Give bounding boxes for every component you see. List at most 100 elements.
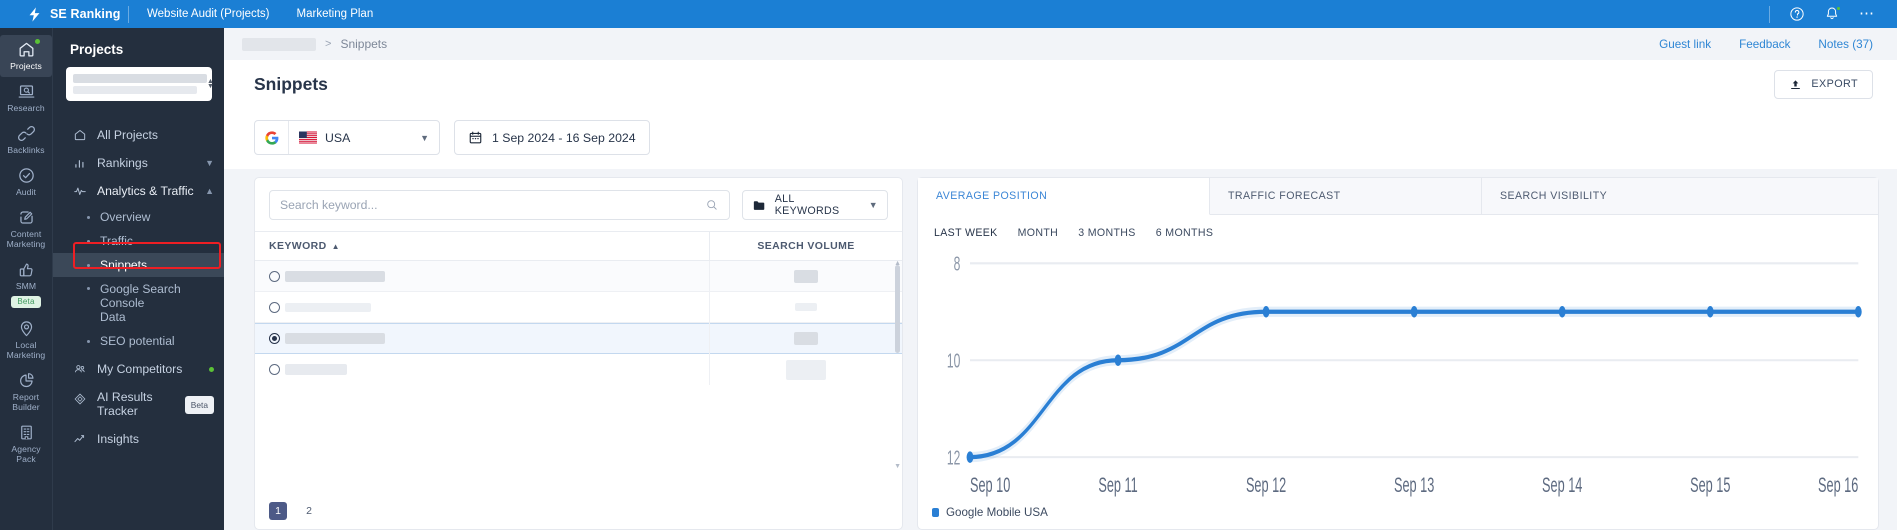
tab-average-position[interactable]: AVERAGE POSITION — [918, 178, 1210, 215]
sidebar-item-snippets[interactable]: Snippets — [53, 253, 224, 277]
rail-item-local-marketing[interactable]: Local Marketing — [0, 314, 52, 366]
sidebar-item-my-competitors[interactable]: My Competitors — [53, 353, 224, 383]
row-radio[interactable] — [269, 333, 280, 344]
ellipsis-icon[interactable]: ⋯ — [1859, 6, 1875, 21]
rail-item-agency-pack[interactable]: Agency Pack — [0, 418, 52, 470]
bell-icon[interactable] — [1824, 6, 1841, 22]
rail-item-research[interactable]: Research — [0, 77, 52, 119]
sidebar-item-seo-potential[interactable]: SEO potential — [53, 329, 224, 353]
rail-item-audit[interactable]: Audit — [0, 161, 52, 203]
sidebar-label-all-projects: All Projects — [97, 128, 158, 142]
chart-panel: AVERAGE POSITION TRAFFIC FORECAST SEARCH… — [917, 177, 1879, 530]
top-nav-website-audit[interactable]: Website Audit (Projects) — [147, 8, 270, 20]
sidebar-item-insights[interactable]: Insights — [53, 425, 224, 453]
body-row: Projects Research Backlinks Audit Conten… — [0, 28, 1897, 530]
export-label: EXPORT — [1811, 78, 1858, 90]
tab-traffic-forecast[interactable]: TRAFFIC FORECAST — [1210, 178, 1482, 214]
sidebar-title: Projects — [70, 42, 124, 57]
notes-link[interactable]: Notes (37) — [1818, 38, 1873, 51]
rail-item-report-builder[interactable]: Report Builder — [0, 366, 52, 418]
sidebar-label-my-competitors: My Competitors — [97, 362, 183, 376]
breadcrumb-current: Snippets — [340, 37, 388, 51]
table-row[interactable] — [255, 291, 902, 323]
row-radio[interactable] — [269, 301, 280, 313]
country-selector[interactable]: USA ▼ — [254, 120, 440, 155]
legend-label: Google Mobile USA — [946, 506, 1048, 519]
keyword-group-label: ALL KEYWORDS — [774, 193, 840, 217]
row-volume-cell — [709, 323, 902, 354]
project-selector[interactable]: ▲ ▼ — [66, 67, 214, 101]
sidebar-item-analytics-traffic[interactable]: Analytics & Traffic ▲ — [53, 177, 224, 205]
guest-link[interactable]: Guest link — [1659, 38, 1711, 51]
table-row[interactable] — [255, 323, 902, 354]
column-header-keyword[interactable]: KEYWORD ▲ — [255, 240, 709, 252]
pagination: 1 2 — [255, 494, 902, 529]
keyword-group-filter[interactable]: ALL KEYWORDS ▼ — [742, 190, 888, 220]
chevron-down-icon: ▼ — [420, 132, 429, 143]
feedback-link[interactable]: Feedback — [1739, 38, 1790, 51]
redacted-keyword — [285, 270, 385, 282]
sidebar-label-seo-potential: SEO potential — [100, 334, 175, 348]
keywords-table-body: ▲ ▼ — [255, 261, 902, 494]
table-row[interactable] — [255, 354, 902, 385]
row-radio[interactable] — [269, 270, 280, 282]
rail-label-local-marketing: Local Marketing — [6, 340, 46, 360]
column-header-keyword-label: KEYWORD — [269, 240, 327, 252]
tab-search-visibility[interactable]: SEARCH VISIBILITY — [1482, 178, 1626, 214]
page-button-2[interactable]: 2 — [300, 502, 318, 520]
table-scrollbar[interactable] — [895, 265, 900, 353]
scroll-up-arrow-icon[interactable]: ▲ — [894, 261, 901, 267]
sidebar-item-rankings[interactable]: Rankings ▼ — [53, 149, 224, 177]
breadcrumb-links: Guest link Feedback Notes (37) — [1659, 38, 1873, 51]
column-header-search-volume[interactable]: SEARCH VOLUME — [709, 231, 902, 261]
chevron-down-icon: ▼ — [205, 158, 214, 168]
rail-item-smm[interactable]: SMM Beta — [0, 255, 52, 314]
project-selector-value — [73, 74, 207, 94]
scroll-down-arrow-icon[interactable]: ▼ — [894, 463, 901, 470]
sidebar-item-traffic[interactable]: Traffic — [53, 229, 224, 253]
sidebar-item-overview[interactable]: Overview — [53, 205, 224, 229]
row-radio[interactable] — [269, 364, 280, 375]
brand[interactable]: SE Ranking — [0, 6, 124, 23]
map-pin-icon — [20, 321, 32, 337]
svg-text:Sep 13: Sep 13 — [1394, 472, 1434, 496]
rail-item-content-marketing[interactable]: Content Marketing — [0, 203, 52, 255]
page-title-bar: Snippets EXPORT — [224, 60, 1897, 108]
chart-svg: 8 10 12 Sep 10 Sep 11 Sep 12 Sep 13 Sep 14 Sep 1… — [947, 252, 1862, 497]
export-button[interactable]: EXPORT — [1774, 69, 1873, 99]
rail-item-projects[interactable]: Projects — [0, 35, 52, 77]
content-area: ALL KEYWORDS ▼ KEYWORD ▲ SEARCH VOLUME — [224, 169, 1897, 530]
top-nav-marketing-plan[interactable]: Marketing Plan — [297, 8, 374, 20]
search-engine-cell[interactable] — [255, 121, 289, 154]
average-position-chart[interactable]: 8 10 12 Sep 10 Sep 11 Sep 12 Sep 13 Sep 14 Sep 1… — [918, 245, 1878, 502]
rail-label-audit: Audit — [15, 187, 37, 197]
sidebar-label-analytics-traffic: Analytics & Traffic — [97, 184, 194, 198]
sidebar-item-ai-results-tracker[interactable]: AI Results Tracker Beta — [53, 383, 224, 425]
date-range-picker[interactable]: 1 Sep 2024 - 16 Sep 2024 — [454, 120, 650, 155]
brand-name: SE Ranking — [50, 7, 121, 21]
redacted-keyword — [285, 364, 347, 375]
search-input[interactable] — [280, 198, 705, 212]
google-icon — [264, 130, 278, 145]
top-bar-actions: ⋯ — [1769, 5, 1897, 23]
svg-text:10: 10 — [947, 349, 960, 372]
table-row[interactable] — [255, 261, 902, 292]
topbar-divider — [128, 5, 129, 23]
pulse-icon — [74, 187, 86, 195]
sidebar-item-all-projects[interactable]: All Projects — [53, 121, 224, 149]
row-volume-cell — [709, 261, 902, 292]
range-6-months[interactable]: 6 MONTHS — [1156, 227, 1214, 239]
page-button-1[interactable]: 1 — [269, 502, 287, 520]
range-month[interactable]: MONTH — [1018, 227, 1059, 239]
range-last-week[interactable]: LAST WEEK — [934, 227, 998, 239]
rail-item-backlinks[interactable]: Backlinks — [0, 119, 52, 161]
search-input-wrapper[interactable] — [269, 190, 730, 220]
chevron-updown-icon: ▲ ▼ — [207, 78, 214, 90]
svg-text:Sep 15: Sep 15 — [1690, 472, 1730, 496]
help-circle-icon[interactable] — [1789, 6, 1805, 22]
sidebar-item-gsc-data[interactable]: Google Search Console Data — [53, 277, 224, 329]
breadcrumb-separator: > — [325, 38, 332, 50]
breadcrumb-project-redacted[interactable] — [242, 37, 316, 51]
range-3-months[interactable]: 3 MONTHS — [1078, 227, 1136, 239]
row-volume-cell — [709, 354, 902, 385]
